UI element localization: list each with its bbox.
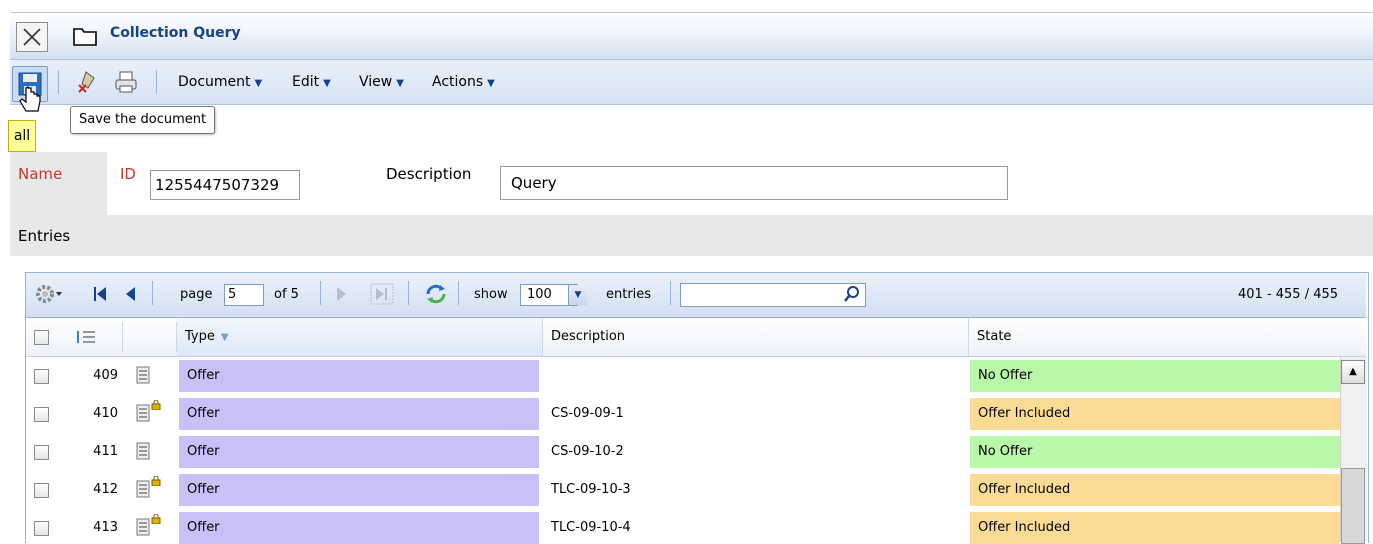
lock-icon: [151, 476, 161, 486]
pager-separator: [320, 281, 321, 305]
entries-label-pager: entries: [606, 287, 652, 302]
description-field[interactable]: Query: [500, 166, 1008, 200]
lock-icon: [151, 514, 161, 524]
refresh-icon[interactable]: [424, 282, 448, 306]
column-header-state[interactable]: State: [969, 318, 1340, 356]
scroll-up-button[interactable]: ▲: [1341, 360, 1365, 384]
row-number-icon: [77, 331, 95, 343]
row-checkbox[interactable]: [34, 369, 49, 384]
pager-separator: [458, 281, 459, 305]
document-icon: [136, 480, 150, 498]
hand-cursor-icon: [19, 86, 41, 112]
row-number: 409: [93, 368, 118, 383]
document-icon: [136, 366, 150, 384]
menu-edit[interactable]: Edit ▼: [292, 74, 331, 90]
document-icon: [136, 518, 150, 536]
row-number: 410: [93, 406, 118, 421]
last-page-icon[interactable]: [370, 283, 394, 305]
next-page-icon[interactable]: [334, 285, 348, 303]
row-checkbox[interactable]: [34, 407, 49, 422]
description-cell: TLC-09-10-4: [551, 520, 631, 535]
description-cell: CS-09-10-2: [551, 444, 624, 459]
gear-icon[interactable]: [34, 282, 64, 306]
lock-icon: [151, 400, 161, 410]
tab-all[interactable]: all: [8, 120, 36, 152]
row-checkbox[interactable]: [34, 445, 49, 460]
state-cell: Offer Included: [970, 474, 1340, 506]
type-cell: Offer: [179, 436, 539, 468]
state-cell: No Offer: [970, 436, 1340, 468]
state-cell: No Offer: [970, 360, 1340, 392]
chevron-down-icon[interactable]: ▼: [568, 285, 587, 305]
id-label: ID: [120, 165, 136, 183]
scroll-thumb[interactable]: [1341, 468, 1365, 544]
delete-document-icon[interactable]: [76, 70, 100, 94]
search-icon[interactable]: [842, 284, 862, 304]
type-cell: Offer: [179, 474, 539, 506]
row-number: 411: [93, 444, 118, 459]
document-icon: [136, 442, 150, 460]
name-cell: [10, 152, 107, 215]
type-cell: Offer: [179, 360, 539, 392]
show-label: show: [474, 287, 508, 302]
first-page-icon[interactable]: [92, 285, 108, 303]
entries-bar: [10, 215, 1373, 256]
previous-page-icon[interactable]: [124, 285, 138, 303]
header-divider: [122, 322, 123, 352]
document-icon: [136, 404, 150, 422]
row-checkbox[interactable]: [34, 521, 49, 536]
description-cell: TLC-09-10-3: [551, 482, 631, 497]
folder-icon: [73, 28, 97, 46]
menu-view[interactable]: View ▼: [359, 74, 404, 90]
window-title: Collection Query: [110, 25, 241, 41]
record-range: 401 - 455 / 455: [1238, 287, 1339, 302]
name-label: Name: [18, 165, 63, 183]
row-number: 412: [93, 482, 118, 497]
page-input[interactable]: 5: [224, 284, 264, 306]
pager-separator: [408, 281, 409, 305]
row-number: 413: [93, 520, 118, 535]
column-header-description[interactable]: Description: [543, 318, 969, 356]
print-icon[interactable]: [114, 70, 138, 94]
page-label: page: [180, 287, 213, 302]
sort-descending-icon: ▼: [220, 332, 229, 343]
select-all-checkbox[interactable]: [34, 330, 49, 345]
close-button[interactable]: [16, 22, 48, 52]
row-checkbox[interactable]: [34, 483, 49, 498]
description-cell: CS-09-09-1: [551, 406, 624, 421]
column-header-type[interactable]: Type ▼: [177, 318, 543, 356]
close-icon: [23, 28, 41, 46]
menu-document[interactable]: Document ▼: [178, 74, 262, 90]
id-field[interactable]: 1255447507329: [150, 170, 300, 200]
page-count-label: of 5: [274, 287, 299, 302]
state-cell: Offer Included: [970, 512, 1340, 544]
pager-separator: [152, 281, 153, 305]
menu-actions[interactable]: Actions ▼: [432, 74, 495, 90]
pager-separator: [670, 281, 671, 305]
entries-label: Entries: [18, 227, 71, 245]
state-cell: Offer Included: [970, 398, 1340, 430]
toolbar-separator: [156, 70, 157, 94]
description-label: Description: [386, 165, 472, 183]
type-cell: Offer: [179, 398, 539, 430]
toolbar-separator: [58, 70, 59, 94]
save-tooltip: Save the document: [70, 106, 216, 134]
search-input[interactable]: [680, 283, 866, 307]
type-cell: Offer: [179, 512, 539, 544]
